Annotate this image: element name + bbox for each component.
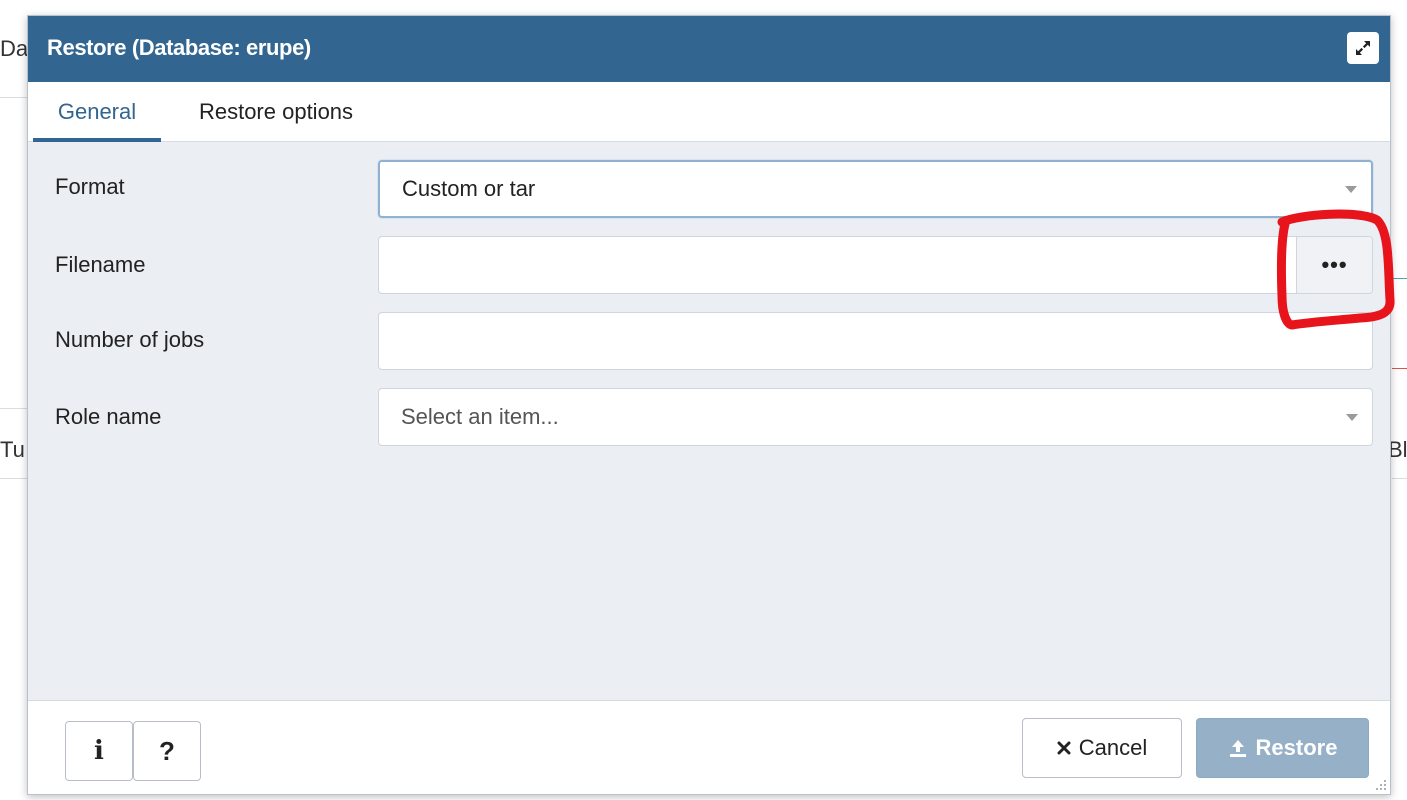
background-divider (0, 408, 27, 409)
active-tab-indicator (33, 138, 161, 142)
chevron-down-icon (1345, 186, 1357, 193)
background-divider (1392, 368, 1407, 369)
restore-dialog: Restore (Database: erupe) General Restor… (27, 15, 1391, 795)
filename-field[interactable]: ••• (378, 236, 1373, 294)
background-divider (0, 97, 27, 98)
format-select[interactable]: Custom or tar (378, 160, 1373, 218)
background-divider (1392, 478, 1407, 479)
resize-grip-icon[interactable] (1375, 779, 1387, 791)
ellipsis-icon: ••• (1321, 252, 1348, 277)
restore-button[interactable]: Restore (1196, 718, 1369, 778)
help-icon: ? (159, 735, 175, 766)
dialog-titlebar[interactable]: Restore (Database: erupe) (28, 16, 1390, 82)
info-button[interactable]: i (65, 721, 133, 781)
close-icon (1057, 741, 1071, 755)
tab-restore-options[interactable]: Restore options (171, 82, 381, 142)
background-divider (1392, 278, 1407, 279)
background-text-fragment: Tu (0, 437, 25, 462)
cancel-button[interactable]: Cancel (1022, 718, 1182, 778)
jobs-input[interactable] (378, 312, 1373, 370)
tab-bar: General Restore options (28, 82, 1390, 142)
jobs-label: Number of jobs (55, 327, 205, 352)
dialog-title: Restore (Database: erupe) (47, 35, 311, 60)
dialog-footer: i ? Cancel Restore (28, 700, 1390, 794)
role-placeholder: Select an item... (401, 404, 559, 429)
format-label: Format (55, 174, 125, 199)
cancel-label: Cancel (1078, 735, 1148, 760)
maximize-button[interactable] (1347, 32, 1379, 64)
upload-icon (1228, 738, 1248, 758)
info-icon: i (94, 736, 104, 766)
role-select[interactable]: Select an item... (378, 388, 1373, 446)
browse-file-button[interactable]: ••• (1296, 237, 1372, 293)
format-value: Custom or tar (402, 176, 536, 201)
restore-label: Restore (1255, 735, 1338, 760)
tab-general[interactable]: General (33, 82, 161, 142)
tab-general-label: General (57, 99, 137, 124)
filename-label: Filename (55, 252, 146, 277)
background-divider (0, 478, 27, 479)
help-button[interactable]: ? (133, 721, 201, 781)
tab-restore-options-label: Restore options (198, 99, 354, 124)
role-label: Role name (55, 404, 162, 429)
maximize-icon (1356, 41, 1370, 55)
background-text-fragment: Da (0, 36, 29, 61)
chevron-down-icon (1346, 414, 1358, 421)
